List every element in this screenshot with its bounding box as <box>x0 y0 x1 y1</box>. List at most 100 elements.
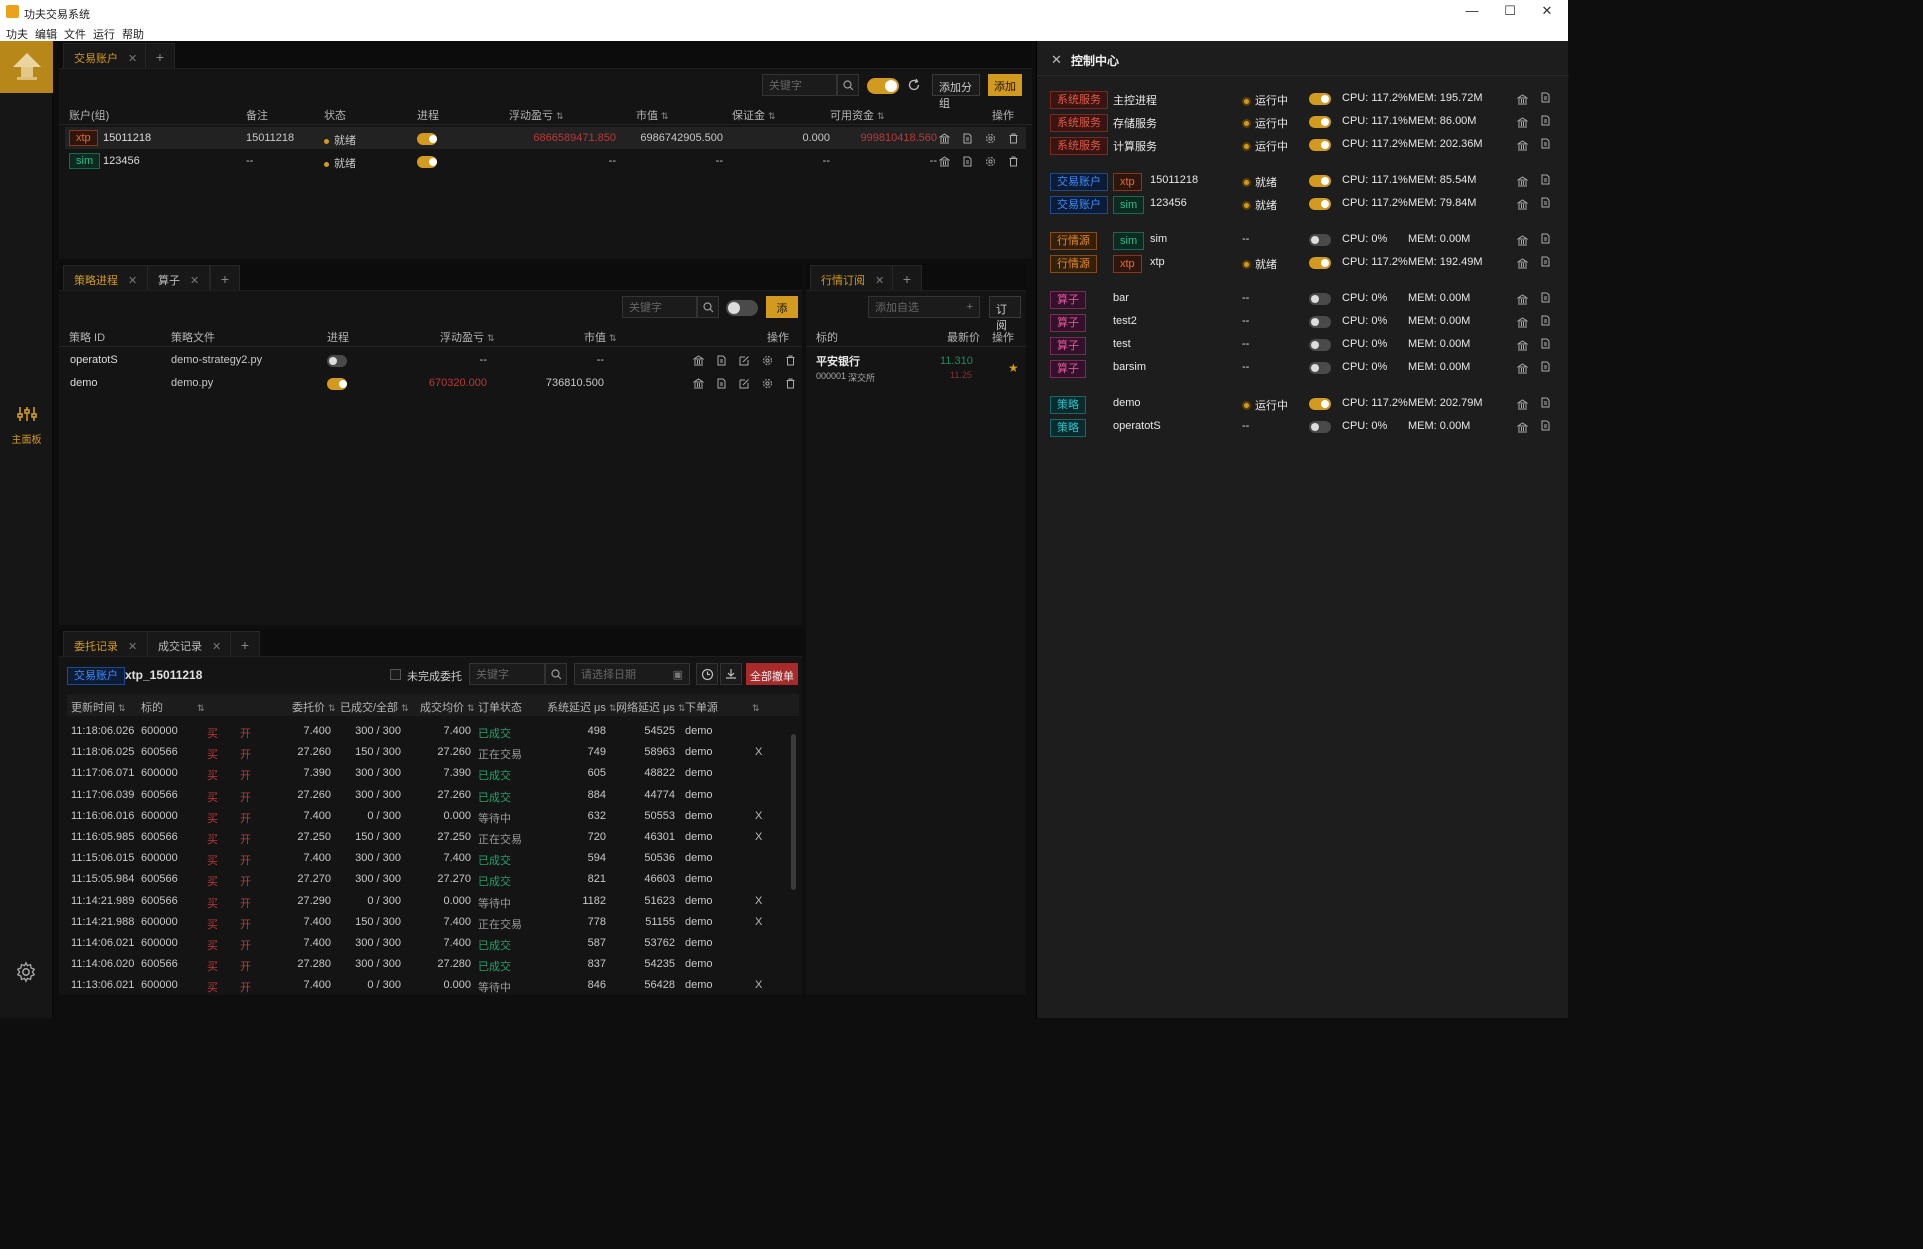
cancel-order-icon[interactable]: X <box>755 895 762 907</box>
edit-icon[interactable] <box>739 378 750 389</box>
bank-icon[interactable] <box>1516 399 1529 410</box>
account-row[interactable]: xtp 15011218 15011218 就绪 6866589471.850 69867… <box>65 127 1026 149</box>
bank-icon[interactable] <box>1516 199 1529 210</box>
col-market-value[interactable]: 市值 ⇅ <box>636 107 669 123</box>
nav-main-panel[interactable]: 主面板 <box>0 401 53 447</box>
bank-icon[interactable] <box>1516 235 1529 246</box>
cancel-order-icon[interactable]: X <box>755 746 762 758</box>
process-toggle[interactable] <box>1309 338 1331 354</box>
col-update-time[interactable]: 更新时间 ⇅ <box>71 699 126 715</box>
strategy-search-input[interactable]: 关键字 <box>622 296 697 318</box>
document-icon[interactable] <box>962 156 973 167</box>
col-float-pnl[interactable]: 浮动盈亏 ⇅ <box>440 329 495 345</box>
subscribe-button[interactable]: 订阅 <box>989 296 1021 332</box>
col-margin[interactable]: 保证金 ⇅ <box>732 107 776 123</box>
maximize-button[interactable]: ☐ <box>1500 3 1520 19</box>
process-toggle[interactable] <box>1309 138 1331 154</box>
trash-icon[interactable] <box>1008 133 1019 144</box>
download-icon[interactable] <box>720 663 742 685</box>
account-row[interactable]: sim 123456 -- 就绪 -- -- -- -- <box>65 150 1026 172</box>
cancel-order-icon[interactable]: X <box>755 831 762 843</box>
bank-icon[interactable] <box>1516 362 1529 374</box>
process-toggle[interactable] <box>1309 174 1331 190</box>
edit-icon[interactable] <box>739 355 750 366</box>
process-toggle[interactable] <box>1309 93 1331 108</box>
add-tab-button[interactable]: + <box>892 265 922 290</box>
tab-market-subscribe[interactable]: 行情订阅 ✕ <box>810 265 896 290</box>
star-icon[interactable]: ★ <box>1008 361 1019 375</box>
close-tab-icon[interactable]: ✕ <box>212 641 221 653</box>
col-available[interactable]: 可用资金 ⇅ <box>830 107 885 123</box>
order-row[interactable]: 11:18:06.026 600000 买 开 7.400 300 / 300 7.400 已… <box>67 720 789 741</box>
unfinished-checkbox[interactable] <box>390 669 401 680</box>
order-row[interactable]: 11:14:06.021 600000 买 开 7.400 300 / 300 7.400 已… <box>67 932 789 953</box>
add-tab-button[interactable]: + <box>230 631 260 656</box>
bank-icon[interactable] <box>1516 258 1529 269</box>
trash-icon[interactable] <box>785 355 796 366</box>
process-toggle[interactable] <box>1309 293 1331 308</box>
settings-gear-icon[interactable] <box>15 961 37 983</box>
refresh-icon[interactable] <box>907 78 921 92</box>
document-icon[interactable] <box>1540 397 1551 408</box>
document-icon[interactable] <box>716 355 727 366</box>
search-icon[interactable] <box>545 663 567 685</box>
tab-strategy-process[interactable]: 策略进程 ✕ <box>63 265 149 290</box>
order-row[interactable]: 11:16:06.016 600000 买 开 7.400 0 / 300 0.000 等待中… <box>67 805 789 826</box>
add-strategy-button[interactable]: 添加 <box>766 296 798 331</box>
order-row[interactable]: 11:16:05.985 600566 买 开 27.250 150 / 300 27.25… <box>67 826 789 847</box>
strategy-process-toggle[interactable] <box>327 378 347 393</box>
search-icon[interactable] <box>697 296 719 318</box>
market-row[interactable]: 平安银行 000001 深交所 11.310 11.25 ★ <box>806 349 1026 385</box>
tab-operators[interactable]: 算子 ✕ <box>147 265 211 290</box>
document-icon[interactable] <box>1540 420 1551 431</box>
document-icon[interactable] <box>1540 361 1551 372</box>
order-row[interactable]: 11:13:06.021 600000 买 开 7.400 0 / 300 0.000 等待中… <box>67 974 789 995</box>
gear-icon[interactable] <box>985 133 996 144</box>
tab-trading-accounts[interactable]: 交易账户 ✕ <box>63 43 149 68</box>
bank-icon[interactable] <box>1516 176 1529 187</box>
process-toggle[interactable] <box>1309 361 1331 377</box>
col-order-source[interactable]: 下单源 ⇅ <box>685 699 760 715</box>
col-avg-price[interactable]: 成交均价 ⇅ <box>420 699 475 715</box>
col-order-price[interactable]: 委托价 ⇅ <box>292 699 336 715</box>
gear-icon[interactable] <box>985 156 996 167</box>
col-net-latency[interactable]: 网络延迟 μs ⇅ <box>616 699 685 715</box>
bank-icon[interactable] <box>692 378 705 389</box>
strategy-row[interactable]: demo demo.py 670320.000 736810.500 <box>65 372 796 394</box>
col-symbol[interactable]: 标的 ⇅ <box>141 699 205 715</box>
order-row[interactable]: 11:15:05.984 600566 买 开 27.270 300 / 300 27.27… <box>67 868 789 889</box>
close-tab-icon[interactable]: ✕ <box>128 641 137 653</box>
tab-orders[interactable]: 委托记录 ✕ <box>63 631 149 656</box>
menu-file[interactable]: 文件 <box>64 26 86 42</box>
cancel-order-icon[interactable]: X <box>755 979 762 991</box>
document-icon[interactable] <box>1540 197 1551 208</box>
document-icon[interactable] <box>1540 338 1551 349</box>
history-clock-icon[interactable] <box>696 663 718 685</box>
order-row[interactable]: 11:17:06.039 600566 买 开 27.260 300 / 300 27.26… <box>67 784 789 805</box>
accounts-search-input[interactable]: 关键字 <box>762 74 837 96</box>
orders-scrollbar[interactable] <box>791 734 796 890</box>
order-row[interactable]: 11:15:06.015 600000 买 开 7.400 300 / 300 7.400 已… <box>67 847 789 868</box>
order-row[interactable]: 11:14:06.020 600566 买 开 27.280 300 / 300 27.28… <box>67 953 789 974</box>
document-icon[interactable] <box>1540 138 1551 149</box>
strategy-process-toggle[interactable] <box>327 355 347 370</box>
add-tab-button[interactable]: + <box>210 265 240 290</box>
strategy-row[interactable]: operatotS demo-strategy2.py -- -- <box>65 349 796 371</box>
order-row[interactable]: 11:18:06.025 600566 买 开 27.260 150 / 300 27.26… <box>67 741 789 762</box>
col-float-pnl[interactable]: 浮动盈亏 ⇅ <box>509 107 564 123</box>
bank-icon[interactable] <box>1516 317 1529 328</box>
bank-icon[interactable] <box>692 355 705 366</box>
add-watch-input[interactable]: 添加自选 + <box>868 296 980 318</box>
menu-run[interactable]: 运行 <box>93 26 115 42</box>
col-market-value[interactable]: 市值 ⇅ <box>584 329 617 345</box>
add-account-button[interactable]: 添加 <box>988 74 1022 96</box>
minimize-button[interactable]: — <box>1462 3 1482 18</box>
document-icon[interactable] <box>1540 233 1551 244</box>
document-icon[interactable] <box>716 378 727 389</box>
bank-icon[interactable] <box>938 133 951 144</box>
bank-icon[interactable] <box>938 156 951 167</box>
cancel-all-button[interactable]: 全部撤单 <box>746 663 798 685</box>
bank-icon[interactable] <box>1516 94 1529 105</box>
bank-icon[interactable] <box>1516 340 1529 351</box>
close-control-center-icon[interactable]: ✕ <box>1051 52 1062 68</box>
